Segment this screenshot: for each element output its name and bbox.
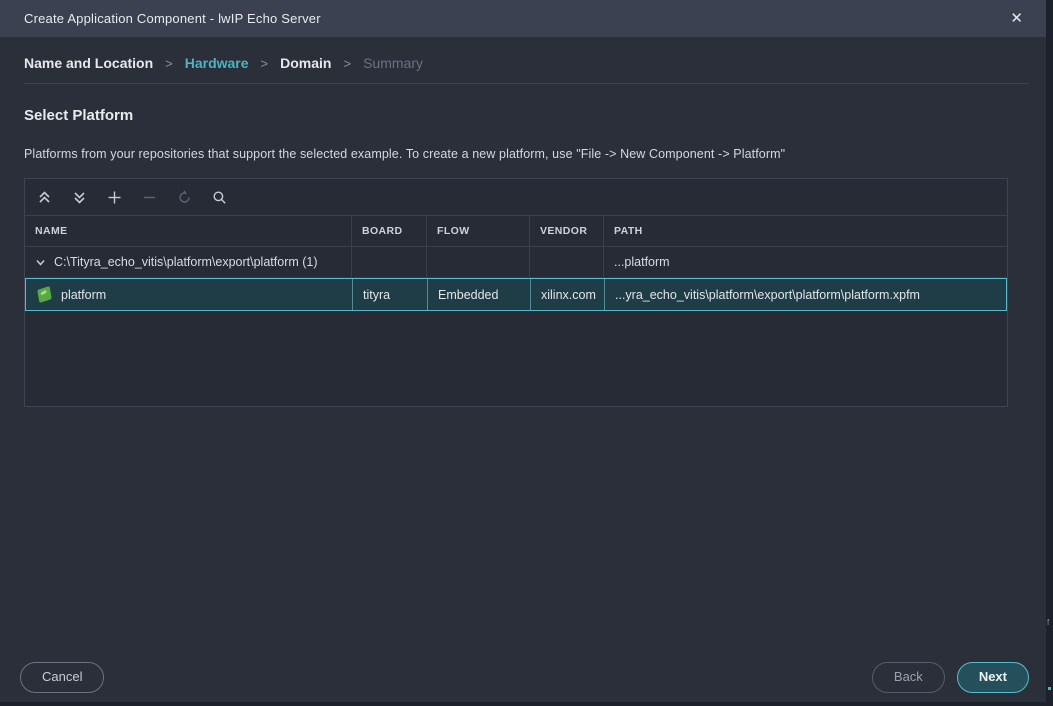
step-name-and-location[interactable]: Name and Location [24,55,153,71]
page-title: Select Platform [24,107,1029,124]
group-board-cell [352,247,427,277]
chevron-right-icon: > [261,56,269,71]
column-header-name[interactable]: NAME [25,216,352,246]
dialog-footer: Cancel Back Next [20,662,1029,693]
expand-all-icon[interactable] [70,188,89,207]
chevron-right-icon: > [343,56,351,71]
dialog-title: Create Application Component - lwIP Echo… [24,11,321,26]
table-row-platform-selected[interactable]: platform tityra Embedded xilinx.com ...y… [25,278,1007,311]
remove-icon [140,188,159,207]
platform-name-cell: platform [26,279,353,310]
column-header-vendor[interactable]: VENDOR [530,216,604,246]
background-artifact [1048,687,1051,690]
platform-path-cell: ...yra_echo_vitis\platform\export\platfo… [605,279,1006,310]
group-name-cell: C:\Tityra_echo_vitis\platform\export\pla… [25,247,352,277]
step-domain[interactable]: Domain [280,55,331,71]
background-artifact: f [1047,618,1049,627]
page-description: Platforms from your repositories that su… [24,147,1029,161]
table-header-row: NAME BOARD FLOW VENDOR PATH [25,216,1007,247]
table-empty-area [25,311,1007,406]
column-header-board[interactable]: BOARD [352,216,427,246]
column-header-flow[interactable]: FLOW [427,216,530,246]
refresh-icon [175,188,194,207]
step-summary: Summary [363,55,423,71]
chevron-right-icon: > [165,56,173,71]
column-header-path[interactable]: PATH [604,216,1007,246]
close-icon[interactable]: ✕ [1004,9,1029,28]
next-button[interactable]: Next [957,662,1029,693]
table-row-repository-group[interactable]: C:\Tityra_echo_vitis\platform\export\pla… [25,247,1007,278]
group-path-cell: ...platform [604,247,1007,277]
breadcrumb-divider [24,83,1029,84]
cancel-button[interactable]: Cancel [20,662,104,693]
step-hardware[interactable]: Hardware [185,55,249,71]
collapse-all-icon[interactable] [35,188,54,207]
table-toolbar [25,179,1007,216]
platform-icon [37,286,52,303]
platform-vendor-cell: xilinx.com [531,279,605,310]
back-button[interactable]: Back [872,662,945,693]
platform-table: NAME BOARD FLOW VENDOR PATH C:\Tityra_ec… [24,178,1008,407]
chevron-down-icon[interactable] [35,257,46,268]
dialog-titlebar: Create Application Component - lwIP Echo… [0,0,1053,38]
group-flow-cell [427,247,530,277]
background-window-bottom-edge [0,702,1053,706]
search-icon[interactable] [210,188,229,207]
background-window-right-edge: f [1046,0,1053,706]
breadcrumb: Name and Location > Hardware > Domain > … [24,55,1029,71]
platform-board-cell: tityra [353,279,428,310]
add-icon[interactable] [105,188,124,207]
group-vendor-cell [530,247,604,277]
platform-flow-cell: Embedded [428,279,531,310]
